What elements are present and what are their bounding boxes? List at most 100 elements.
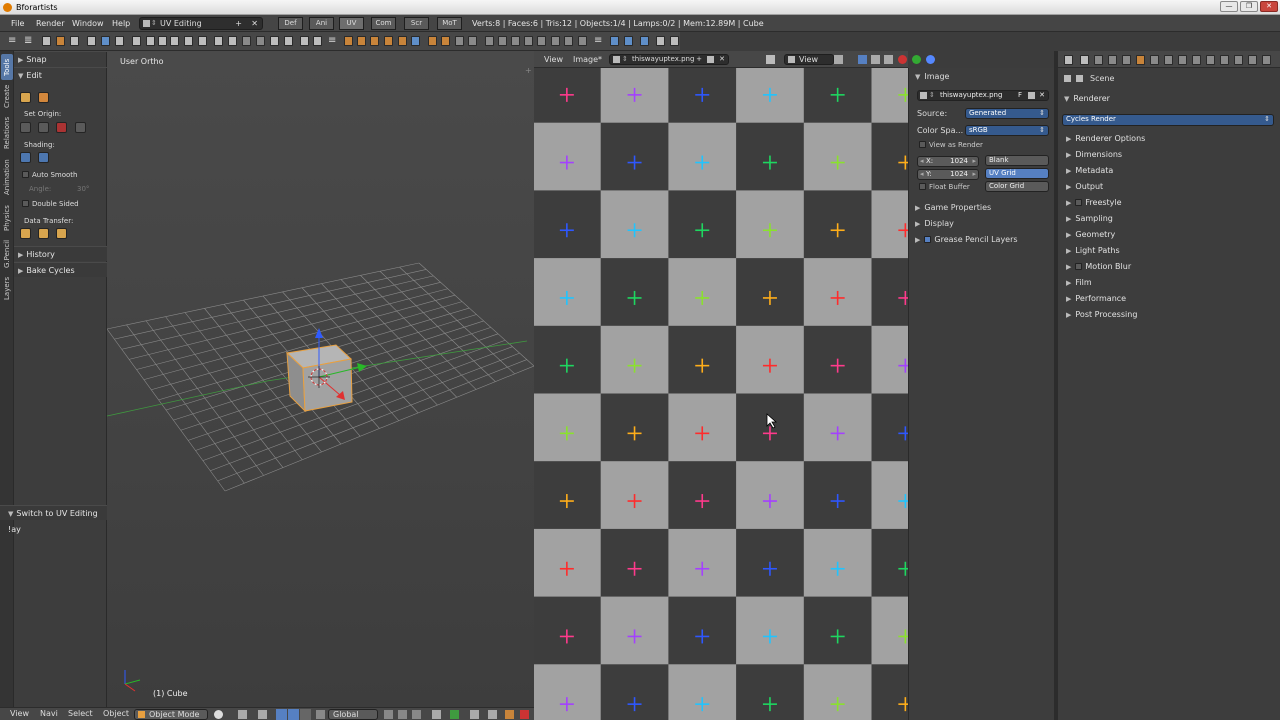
rotate-icon[interactable] — [288, 709, 299, 720]
append-icon[interactable] — [170, 36, 179, 46]
view-as-render-checkbox[interactable]: View as Render — [919, 141, 983, 149]
transfer-data-icon[interactable] — [20, 228, 31, 239]
screen-layout-selector[interactable]: ⇕ UV Editing + ✕ — [139, 17, 263, 30]
type-color-grid-option[interactable]: Color Grid — [985, 181, 1049, 192]
channel-green-icon[interactable] — [912, 55, 921, 64]
source-dropdown[interactable]: Generated ⇕ — [965, 108, 1049, 119]
maximize-icon[interactable]: ❐ — [1240, 1, 1258, 12]
transfer-mesh-icon[interactable] — [56, 228, 67, 239]
checkbox-checked-icon[interactable] — [924, 236, 932, 243]
tab-screen-uv[interactable]: UV — [339, 17, 364, 30]
orientation-selector[interactable]: Global — [328, 709, 378, 720]
add-curve-icon[interactable] — [357, 36, 366, 46]
type-blank-option[interactable]: Blank — [985, 155, 1049, 166]
checkbox-icon[interactable] — [1075, 199, 1083, 206]
pivot-point-icon[interactable] — [834, 55, 843, 64]
translate-icon[interactable] — [276, 709, 287, 720]
panel-output-header[interactable]: ▶ Output — [1066, 180, 1103, 194]
save-copy-icon[interactable] — [115, 36, 124, 46]
menu-help[interactable]: Help — [112, 15, 130, 32]
tab-physics[interactable]: Physics — [1, 201, 13, 235]
uv-menu-image[interactable]: Image* — [573, 51, 602, 68]
origin-geometry-icon[interactable] — [20, 122, 31, 133]
render-layers-tab-icon[interactable] — [1094, 55, 1103, 65]
scale-icon[interactable] — [300, 709, 311, 720]
data-tab-icon[interactable] — [1178, 55, 1187, 65]
redo-icon[interactable] — [198, 36, 207, 46]
tab-relations[interactable]: Relations — [1, 113, 13, 153]
view-camera-icon[interactable] — [256, 36, 265, 46]
menu-window[interactable]: Window — [72, 15, 104, 32]
render-image-icon[interactable] — [300, 36, 309, 46]
save-as-icon[interactable] — [101, 36, 110, 46]
pin-icon[interactable] — [766, 55, 775, 64]
menu-object[interactable]: Object — [103, 708, 129, 720]
add-volume-icon[interactable] — [578, 36, 587, 46]
panel-edit-header[interactable]: ▼ Edit — [14, 67, 107, 82]
material-tab-icon[interactable] — [1192, 55, 1201, 65]
y-size-field[interactable]: ◂ Y: 1024 ▸ — [917, 169, 979, 180]
checkbox-icon[interactable] — [1075, 263, 1083, 270]
panel-renderer-options-header[interactable]: ▶ Renderer Options — [1066, 132, 1145, 146]
editor-type-icon[interactable] — [1064, 55, 1073, 65]
panel-motion-blur-header[interactable]: ▶ Motion Blur — [1066, 260, 1131, 274]
tab-layers[interactable]: Layers — [1, 273, 13, 303]
grease-pencil-layers-header[interactable]: ▶ Grease Pencil Layers — [915, 235, 1018, 244]
menu-select[interactable]: Select — [68, 708, 93, 720]
recent-files-icon[interactable] — [70, 36, 79, 46]
panel-snap-header[interactable]: ▶ Snap — [14, 51, 107, 66]
view-persp-icon[interactable] — [270, 36, 279, 46]
pivot-icon[interactable] — [238, 710, 247, 719]
render-engine-dropdown[interactable]: Cycles Render ⇕ — [1062, 114, 1274, 126]
channel-red-icon[interactable] — [898, 55, 907, 64]
misc2-tab-icon[interactable] — [1262, 55, 1271, 65]
open-image-icon[interactable] — [1028, 92, 1035, 99]
shade-smooth-icon[interactable] — [20, 152, 31, 163]
transform-orient-icon[interactable] — [316, 710, 325, 719]
renderer-section-header[interactable]: ▼ Renderer — [1064, 92, 1110, 106]
tab-screen-com[interactable]: Com — [371, 17, 396, 30]
render-tab-icon[interactable] — [1080, 55, 1089, 65]
add-mesh-icon[interactable] — [344, 36, 353, 46]
add-empty-icon[interactable] — [411, 36, 420, 46]
origin-cursor-icon[interactable] — [38, 122, 49, 133]
uv-edge-select-icon[interactable] — [884, 55, 893, 64]
transfer-layout-icon[interactable] — [38, 228, 49, 239]
uv-pivot-icon[interactable] — [656, 36, 665, 46]
add-probe-icon[interactable] — [524, 36, 533, 46]
open-file-icon[interactable] — [56, 36, 65, 46]
view-front-icon[interactable] — [214, 36, 223, 46]
link-icon[interactable] — [158, 36, 167, 46]
add-lattice-icon[interactable] — [441, 36, 450, 46]
tab-screen-mot[interactable]: MoT — [437, 17, 462, 30]
menu-render[interactable]: Render — [36, 15, 64, 32]
more-tools-icon[interactable]: ≡ — [328, 35, 336, 46]
uv-view-mode[interactable]: View — [784, 54, 834, 65]
x-size-field[interactable]: ◂ X: 1024 ▸ — [917, 156, 979, 167]
image-name-field[interactable]: ⇕ thiswayuptex.png F ✕ — [917, 90, 1049, 101]
origin-mass-icon[interactable] — [75, 122, 86, 133]
panel-post-processing-header[interactable]: ▶ Post Processing — [1066, 308, 1137, 322]
shade-flat-icon[interactable] — [38, 152, 49, 163]
add-armature-icon[interactable] — [428, 36, 437, 46]
opengl-anim-icon[interactable] — [488, 710, 497, 719]
particles-tab-icon[interactable] — [1220, 55, 1229, 65]
record-icon[interactable] — [520, 710, 529, 719]
display-header[interactable]: ▶ Display — [915, 219, 954, 228]
uv-snap-icon[interactable] — [670, 36, 679, 46]
opengl-render-icon[interactable] — [470, 710, 479, 719]
mode-selector[interactable]: Object Mode — [134, 709, 208, 720]
onion-icon[interactable] — [450, 710, 459, 719]
panel-history-header[interactable]: ▶ History — [14, 246, 107, 261]
add-speaker-icon[interactable] — [511, 36, 520, 46]
tab-screen-def[interactable]: Def — [278, 17, 303, 30]
add-text-object-icon[interactable] — [564, 36, 573, 46]
add-lamp-icon[interactable] — [468, 36, 477, 46]
snap-icon[interactable] — [412, 710, 421, 719]
auto-smooth-checkbox[interactable]: Auto Smooth — [22, 171, 78, 179]
add-surface-icon[interactable] — [370, 36, 379, 46]
add-layout-icon[interactable]: + — [235, 18, 242, 29]
type-uv-grid-option[interactable]: UV Grid — [985, 168, 1049, 179]
add-light-icon[interactable] — [551, 36, 560, 46]
panel-light-paths-header[interactable]: ▶ Light Paths — [1066, 244, 1120, 258]
